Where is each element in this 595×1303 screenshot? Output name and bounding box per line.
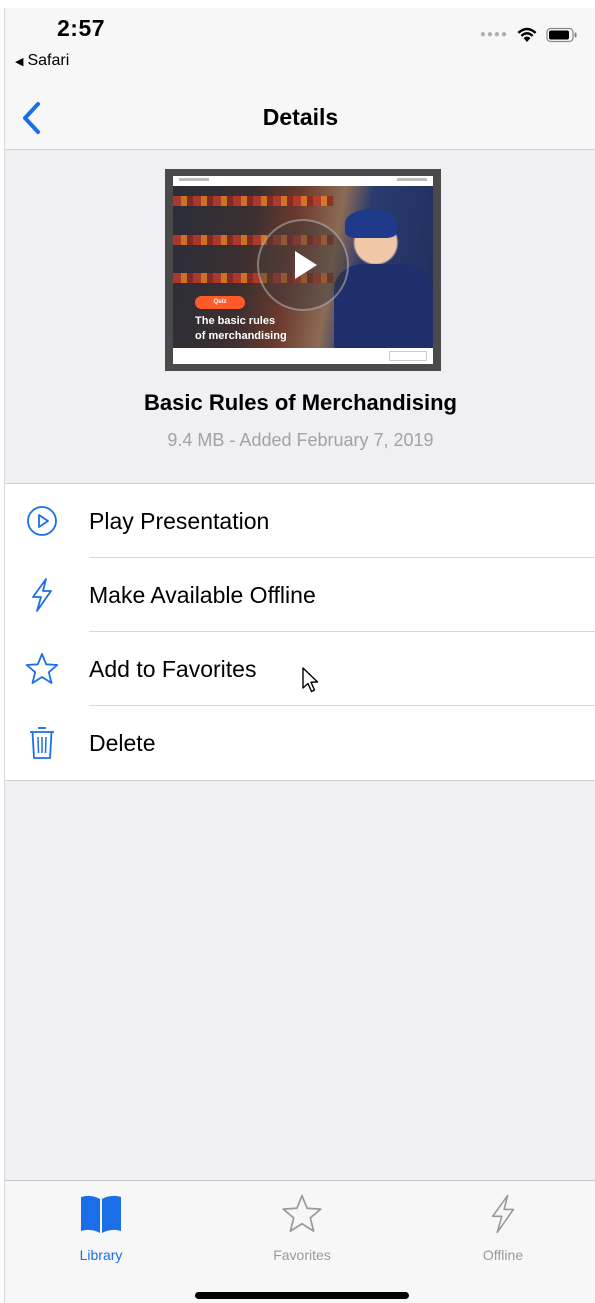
presentation-header: Quiz The basic rules of merchandising Ba… [5,150,595,483]
back-to-app-link[interactable]: ◀ Safari [15,52,69,70]
make-offline-row[interactable]: Make Available Offline [5,558,595,632]
tab-library[interactable]: Library [41,1191,161,1271]
play-presentation-row[interactable]: Play Presentation [5,484,595,558]
tab-offline[interactable]: Offline [443,1191,563,1271]
slide-mini-button [389,351,427,361]
phone-screen: 2:57 ◀ Safari ●●●● Details Quiz The basi… [4,8,595,1303]
status-icons: ●●●● [480,26,578,43]
tab-label: Library [79,1247,123,1263]
row-label: Make Available Offline [89,581,316,608]
presentation-meta: 9.4 MB - Added February 7, 2019 [167,430,434,450]
bolt-icon [23,576,61,614]
status-bar: 2:57 ◀ Safari ●●●● [5,8,595,88]
status-time: 2:57 [57,15,106,41]
photo-shirt [334,263,433,348]
quiz-badge: Quiz [195,296,245,309]
star-icon [242,1191,362,1237]
navigation-bar: Details [5,88,595,150]
tab-label: Favorites [273,1247,331,1263]
trash-icon [23,724,61,762]
wifi-icon [517,27,537,42]
back-app-label: Safari [27,52,70,69]
photo-cap [344,208,397,238]
back-triangle-icon: ◀ [15,55,24,68]
cellular-signal-icon: ●●●● [479,29,508,40]
star-icon [23,650,61,688]
slide-caption: The basic rules of merchandising [195,315,287,342]
slide-photo: Quiz The basic rules of merchandising [173,186,433,348]
bolt-icon [443,1191,563,1237]
mouse-pointer-icon [302,667,319,693]
thumbnail-slide: Quiz The basic rules of merchandising [173,176,433,364]
play-overlay-icon[interactable] [257,219,349,311]
slide-top-bar [173,176,433,186]
tab-label: Offline [482,1247,524,1263]
row-label: Add to Favorites [89,655,257,682]
tab-bar: Library Favorites Offline [5,1180,595,1303]
action-list: Play Presentation Make Available Offline… [5,483,595,781]
battery-icon [546,27,577,42]
delete-row[interactable]: Delete [5,706,595,780]
slide-bottom-bar [173,348,433,364]
add-favorites-row[interactable]: Add to Favorites [5,632,595,706]
presentation-title: Basic Rules of Merchandising [144,390,457,415]
home-indicator[interactable] [195,1292,409,1299]
book-icon [41,1191,161,1237]
play-circle-icon [23,502,61,540]
row-label: Play Presentation [89,507,270,534]
presentation-thumbnail[interactable]: Quiz The basic rules of merchandising [165,169,441,371]
tab-favorites[interactable]: Favorites [242,1191,362,1271]
page-title: Details [262,104,339,130]
row-label: Delete [89,729,156,756]
